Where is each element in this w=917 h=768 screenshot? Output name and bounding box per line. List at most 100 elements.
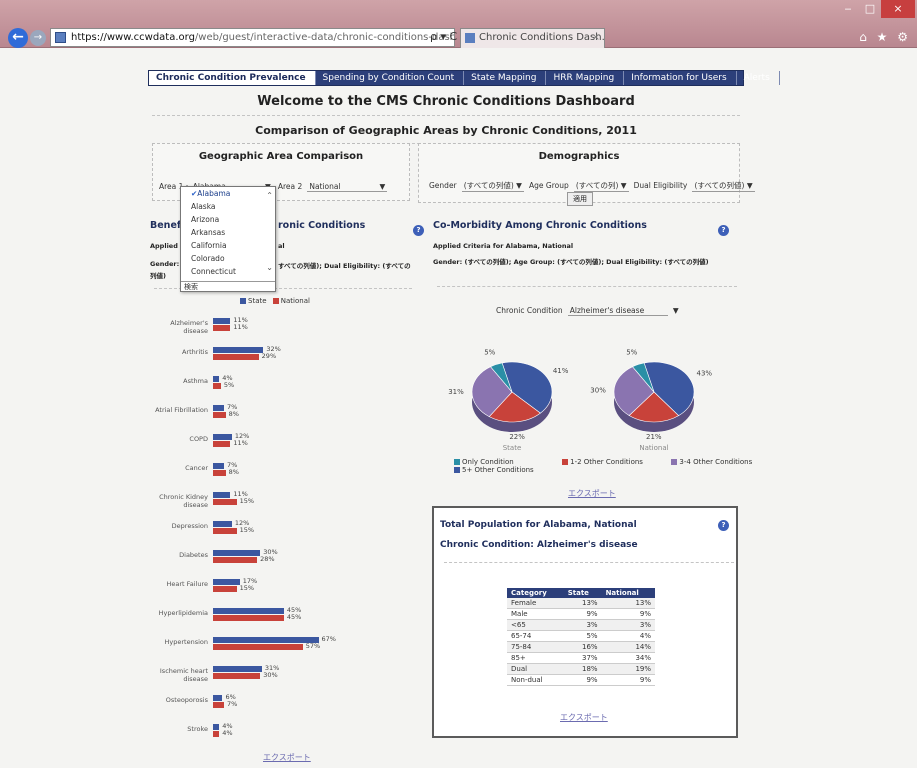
bar-national[interactable] [213, 441, 231, 447]
tab-prevalence[interactable]: Chronic Condition Prevalence [149, 71, 316, 85]
area1-dropdown-list[interactable]: ✔Alabama Alaska Arizona Arkansas Califor… [180, 186, 276, 292]
dropdown-option[interactable]: Arizona [181, 213, 275, 226]
dropdown-option[interactable]: Alaska [181, 200, 275, 213]
bar-category-label: Cancer [185, 464, 208, 472]
table-row: <65 3% 3% [507, 619, 655, 631]
dual-eligibility-select[interactable]: (すべての列値) ▼ [692, 180, 755, 192]
bar-national[interactable] [213, 615, 284, 621]
bar-state[interactable] [213, 318, 231, 324]
maximize-button[interactable]: □ [859, 0, 881, 18]
scroll-up-icon[interactable]: ⌃ [266, 191, 273, 200]
bar-value-label: 15% [239, 584, 255, 592]
bar-state[interactable] [213, 637, 319, 643]
bar-state[interactable] [213, 724, 220, 730]
bar-national[interactable] [213, 673, 261, 679]
help-icon[interactable]: ? [718, 225, 729, 236]
apply-button[interactable]: 適用 [567, 192, 593, 206]
tab-hrr-mapping[interactable]: HRR Mapping [546, 71, 625, 85]
bar-value-label: 67% [321, 635, 336, 643]
address-path: /web/guest/interactive-data/chronic-cond… [194, 32, 454, 43]
bar-national[interactable] [213, 586, 237, 592]
bar-state[interactable] [213, 695, 223, 701]
help-icon[interactable]: ? [413, 225, 424, 236]
pie-value-label: 21% [646, 433, 662, 441]
minimize-button[interactable]: ‒ [837, 0, 859, 18]
tab-close-icon[interactable]: × [592, 29, 600, 47]
scroll-down-icon[interactable]: ⌄ [266, 263, 273, 272]
bar-value-label: 57% [305, 642, 321, 650]
export-link[interactable]: エクスポート [263, 752, 311, 763]
pie-slice[interactable] [628, 391, 680, 423]
pie-slice[interactable] [501, 361, 553, 414]
table-row: Male 9% 9% [507, 608, 655, 620]
bar-national[interactable] [213, 528, 237, 534]
gender-select[interactable]: (すべての列値) ▼ [461, 180, 524, 192]
bar-state[interactable] [213, 347, 264, 353]
pie-slice[interactable] [613, 366, 655, 416]
bar-national[interactable] [213, 470, 226, 476]
pie-name-label: State [503, 444, 522, 452]
bar-national[interactable] [213, 499, 237, 505]
bar-national[interactable] [213, 383, 221, 389]
bar-state[interactable] [213, 463, 225, 469]
pie-slice[interactable] [488, 391, 541, 423]
total-population-title: Total Population for Alabama, National [440, 520, 637, 530]
area2-select[interactable]: National ▼ [307, 182, 388, 192]
dropdown-option[interactable]: Colorado [181, 252, 275, 265]
tab-alerts[interactable]: Alerts [737, 71, 780, 85]
address-bar[interactable]: https://www.ccwdata.org/web/guest/intera… [50, 28, 455, 47]
condition-select[interactable]: Alzheimer's disease [567, 306, 668, 316]
bar-national[interactable] [213, 731, 220, 737]
dropdown-option[interactable]: Arkansas [181, 226, 275, 239]
dropdown-option[interactable]: Connecticut [181, 265, 275, 278]
tab-state-mapping[interactable]: State Mapping [464, 71, 547, 85]
bar-category-label: Hypertension [164, 638, 209, 646]
legend-national: National [280, 297, 310, 305]
bar-national[interactable] [213, 325, 231, 331]
pie-slice[interactable] [632, 362, 655, 393]
bar-state[interactable] [213, 666, 262, 672]
dropdown-option[interactable]: California [181, 239, 275, 252]
bar-category-label: Asthma [183, 377, 208, 385]
bar-national[interactable] [213, 354, 259, 360]
condition-value: Alzheimer's disease [569, 306, 645, 315]
help-icon[interactable]: ? [718, 520, 729, 531]
tab-information[interactable]: Information for Users [624, 71, 737, 85]
back-button[interactable]: ← [8, 28, 28, 48]
close-window-button[interactable]: × [881, 0, 915, 18]
bar-national[interactable] [213, 644, 303, 650]
table-cell: Dual [507, 663, 564, 675]
pie-slice[interactable] [643, 361, 695, 417]
browser-tools-icons[interactable]: ⌂ ★ ⚙ [859, 30, 911, 44]
bar-state[interactable] [213, 608, 284, 614]
bar-state[interactable] [213, 492, 231, 498]
pie-slice[interactable] [471, 366, 513, 418]
bar-national[interactable] [213, 412, 226, 418]
bar-state[interactable] [213, 405, 225, 411]
bar-national[interactable] [213, 557, 258, 563]
forward-button[interactable]: → [30, 30, 46, 46]
table-cell: 13% [601, 598, 655, 609]
bar-national[interactable] [213, 702, 225, 708]
area2-value: National [309, 182, 341, 191]
table-column-header: National [601, 588, 655, 598]
tab-spending[interactable]: Spending by Condition Count [316, 71, 465, 85]
bar-category-label: Stroke [187, 725, 208, 733]
beneficiaries-title-end: ronic Conditions [278, 220, 366, 231]
browser-tab[interactable]: Chronic Conditions Dash... × [460, 28, 605, 48]
export-link[interactable]: エクスポート [568, 488, 616, 499]
bar-state[interactable] [213, 434, 232, 440]
bar-state[interactable] [213, 521, 232, 527]
export-link[interactable]: エクスポート [560, 712, 608, 723]
bar-value-label: 4% [222, 729, 233, 737]
bar-state[interactable] [213, 579, 240, 585]
total-population-panel: Total Population for Alabama, National ?… [432, 506, 738, 738]
bar-state[interactable] [213, 376, 220, 382]
pie-slice[interactable] [490, 362, 513, 393]
address-tools[interactable]: ρ ▾ C [430, 30, 457, 43]
legend-1-2: 1-2 Other Conditions [570, 458, 643, 466]
bar-value-label: 11% [233, 439, 248, 447]
bar-state[interactable] [213, 550, 261, 556]
dropdown-search[interactable]: 検索 [181, 281, 275, 291]
dropdown-option[interactable]: ✔Alabama [181, 187, 275, 200]
